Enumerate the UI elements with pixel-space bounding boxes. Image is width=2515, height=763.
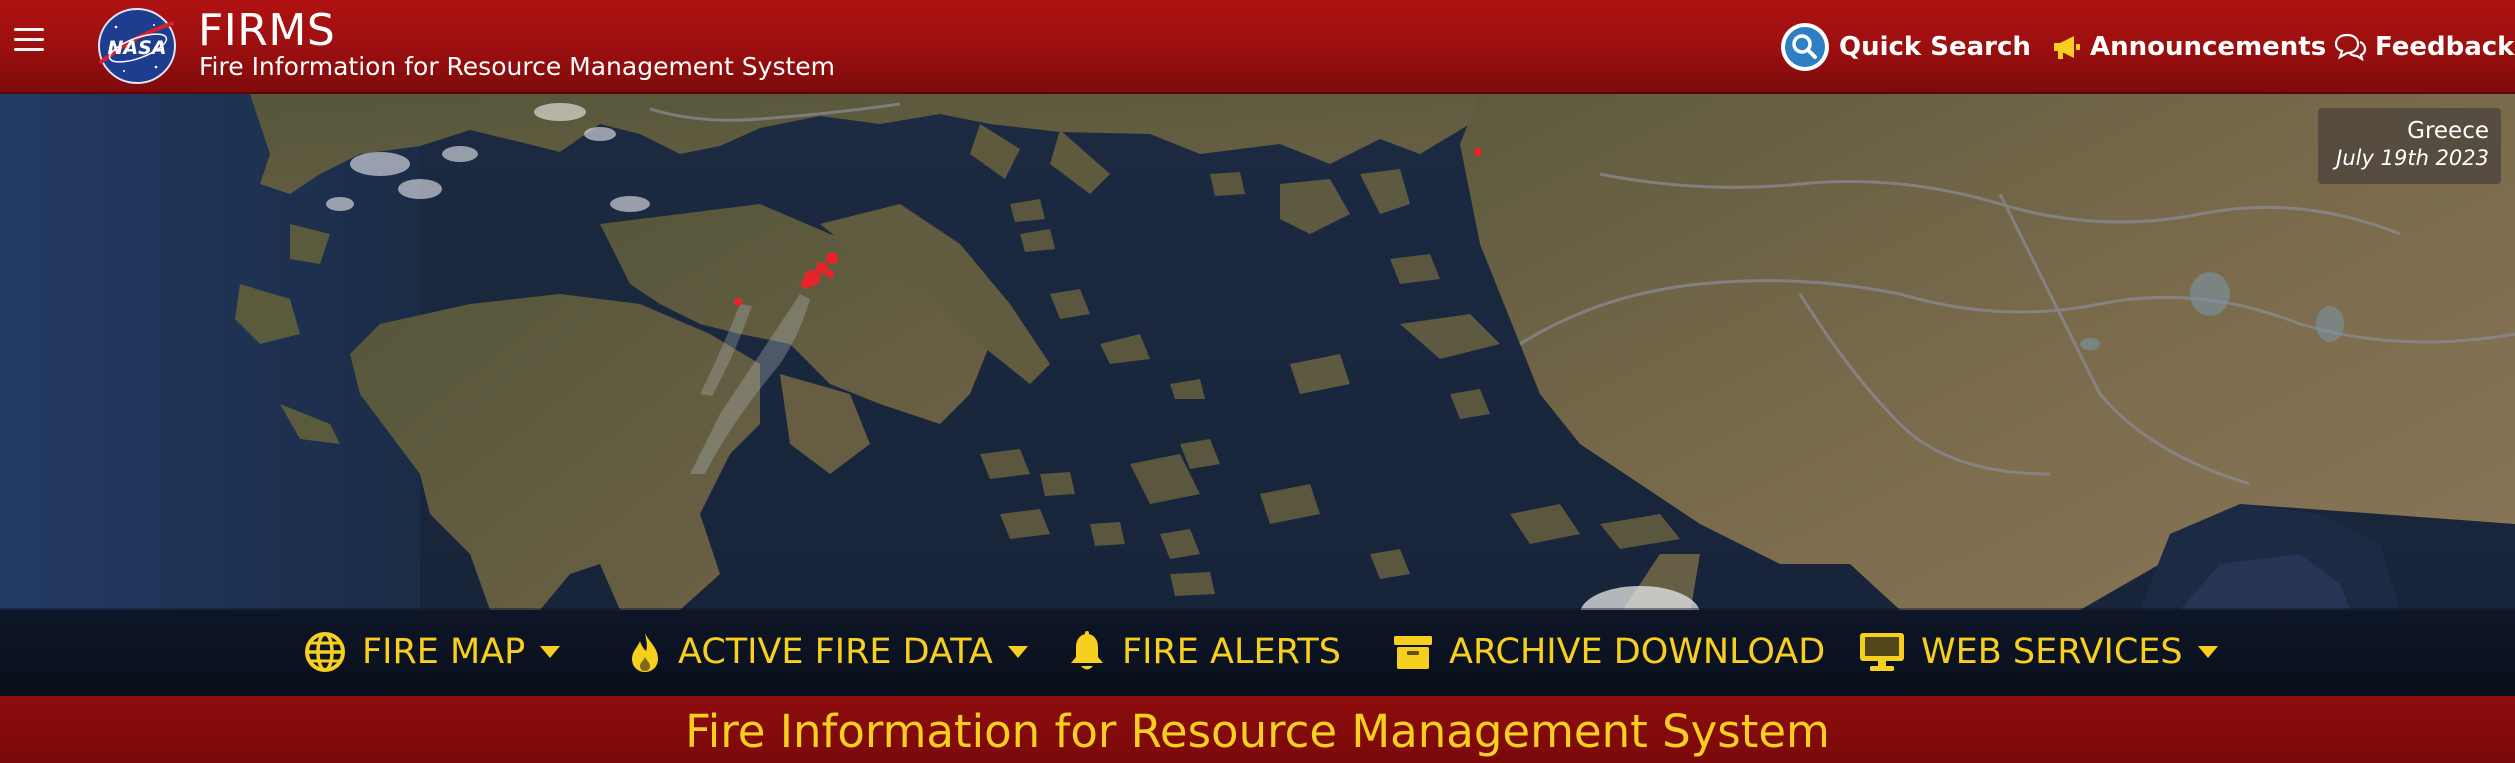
announcements-button[interactable]: Announcements [2052, 24, 2326, 70]
nav-web-services[interactable]: WEB SERVICES [1859, 608, 2219, 696]
flame-icon [628, 631, 662, 673]
bell-icon [1068, 631, 1106, 673]
location-badge: Greece July 19th 2023 [2318, 108, 2501, 184]
caret-down-icon [2197, 645, 2219, 659]
feedback-button[interactable]: Feedback [2333, 24, 2514, 70]
nav-archive-download-label: ARCHIVE DOWNLOAD [1449, 632, 1826, 672]
app-subtitle: Fire Information for Resource Management… [199, 52, 835, 81]
nav-active-fire-data[interactable]: ACTIVE FIRE DATA [628, 608, 1029, 696]
nav-fire-alerts-label: FIRE ALERTS [1122, 632, 1341, 672]
nasa-logo[interactable]: NASA [94, 5, 180, 87]
globe-icon [304, 631, 346, 673]
nav-archive-download[interactable]: ARCHIVE DOWNLOAD [1393, 608, 1825, 696]
quick-search-label: Quick Search [1839, 32, 2031, 62]
satellite-banner-image [0, 94, 2515, 610]
feedback-label: Feedback [2375, 32, 2515, 62]
caret-down-icon [1007, 645, 1029, 659]
main-nav: FIRE MAP ACTIVE FIRE DATA FIRE ALERTS AR… [0, 608, 2515, 696]
nav-fire-map-label: FIRE MAP [362, 632, 526, 672]
search-icon [1779, 21, 1831, 73]
site-header: NASA FIRMS Fire Information for Resource… [0, 0, 2515, 94]
menu-icon[interactable] [14, 28, 44, 60]
nav-fire-alerts[interactable]: FIRE ALERTS [1068, 608, 1341, 696]
announcements-label: Announcements [2090, 32, 2327, 62]
image-date: July 19th 2023 [2336, 146, 2489, 170]
archive-box-icon [1393, 634, 1433, 670]
megaphone-icon [2052, 33, 2082, 61]
nasa-logo-text: NASA [108, 37, 167, 59]
nav-active-fire-data-label: ACTIVE FIRE DATA [678, 632, 993, 672]
monitor-icon [1859, 632, 1905, 672]
feedback-chat-icon [2333, 33, 2367, 61]
location-name: Greece [2407, 118, 2489, 144]
page-title-bar: Fire Information for Resource Management… [0, 696, 2515, 763]
nav-fire-map[interactable]: FIRE MAP [304, 608, 561, 696]
nav-web-services-label: WEB SERVICES [1921, 632, 2183, 672]
caret-down-icon [539, 645, 561, 659]
quick-search-button[interactable]: Quick Search [1779, 21, 2031, 73]
app-title[interactable]: FIRMS [198, 5, 335, 56]
page-title: Fire Information for Resource Management… [685, 705, 1830, 758]
